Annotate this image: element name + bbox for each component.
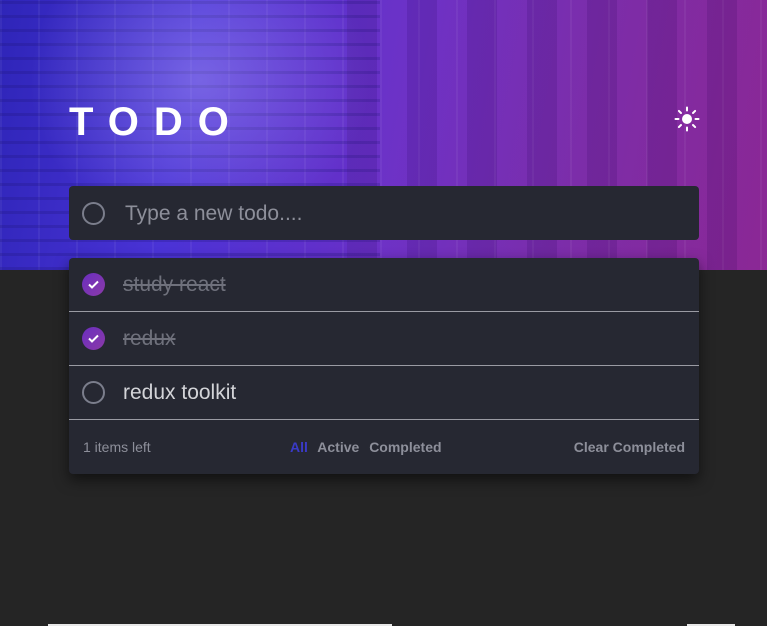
- todo-checkbox[interactable]: [82, 381, 105, 404]
- todo-item-text: study react: [123, 273, 226, 296]
- items-left-count: 1 items left: [83, 439, 151, 455]
- filter-active[interactable]: Active: [317, 439, 359, 455]
- sun-icon: [674, 106, 700, 132]
- new-todo-input[interactable]: [123, 196, 687, 232]
- clear-completed-button[interactable]: Clear Completed: [574, 439, 685, 455]
- todo-footer: 1 items left All Active Completed Clear …: [69, 420, 699, 474]
- filter-all[interactable]: All: [290, 439, 308, 455]
- todo-list: study react redux redux toolkit 1 items …: [69, 258, 699, 474]
- page-title: TODO: [69, 100, 244, 144]
- filter-group: All Active Completed: [290, 439, 448, 455]
- new-todo-row: [69, 186, 699, 240]
- todo-item-text: redux toolkit: [123, 381, 237, 404]
- todo-item[interactable]: study react: [69, 258, 699, 312]
- todo-item-text: redux: [123, 327, 176, 350]
- todo-item[interactable]: redux: [69, 312, 699, 366]
- todo-item[interactable]: redux toolkit: [69, 366, 699, 420]
- todo-checkbox-checked[interactable]: [82, 273, 105, 296]
- filter-completed[interactable]: Completed: [369, 439, 441, 455]
- todo-checkbox-checked[interactable]: [82, 327, 105, 350]
- theme-toggle-button[interactable]: [674, 106, 700, 132]
- new-todo-circle-icon: [82, 202, 105, 225]
- checkmark-icon: [88, 280, 99, 289]
- checkmark-icon: [88, 334, 99, 343]
